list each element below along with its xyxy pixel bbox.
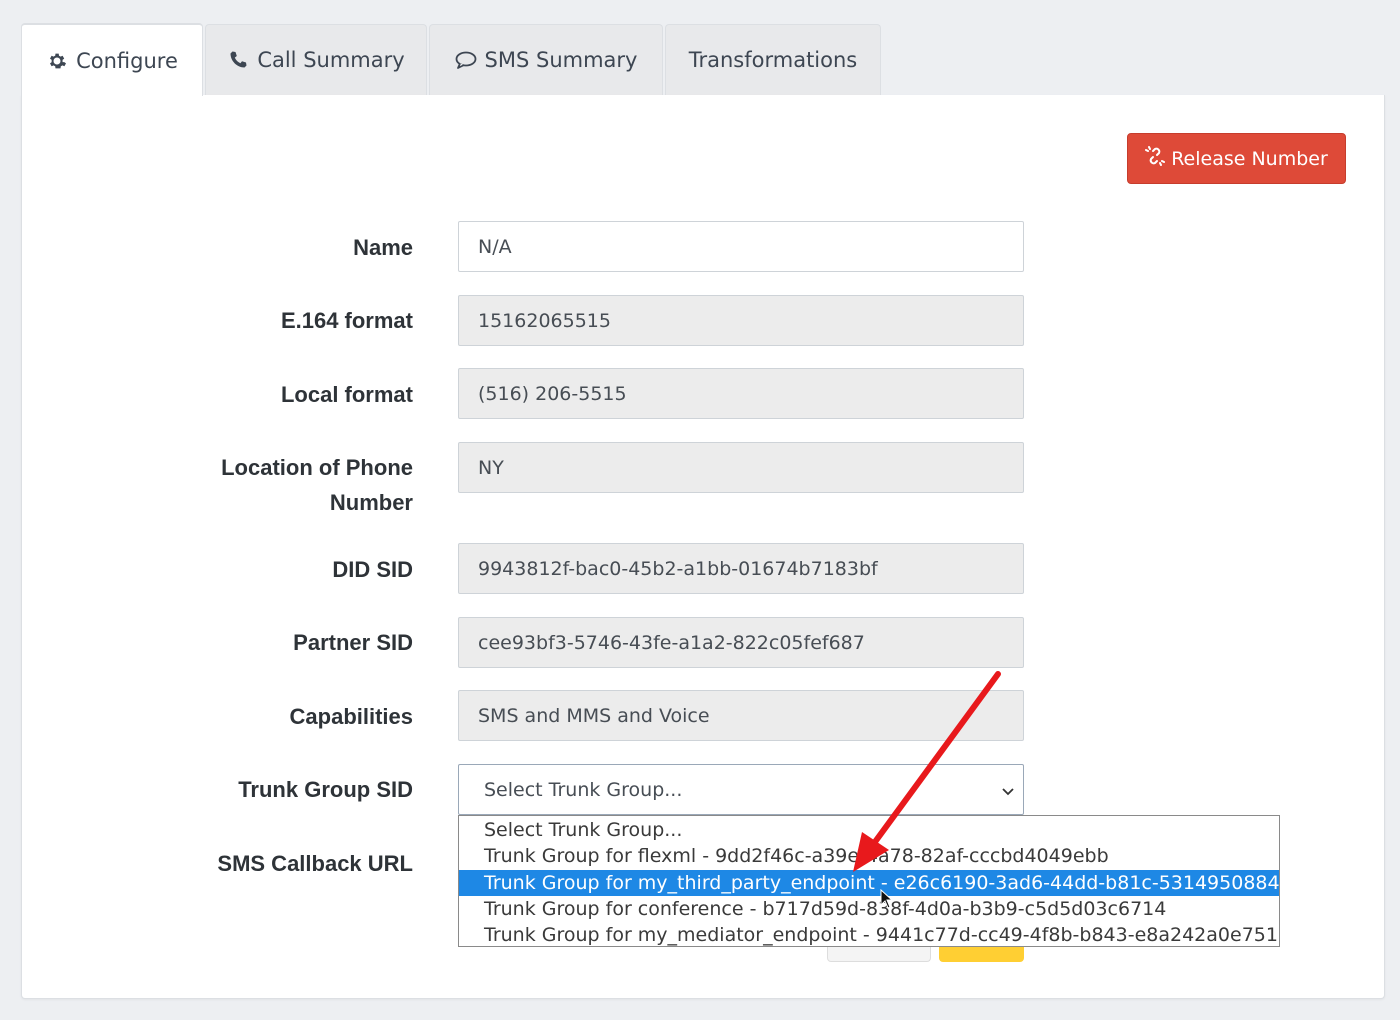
did-sid-field: 9943812f-bac0-45b2-a1bb-01674b7183bf: [458, 543, 1024, 594]
location-label-line2: Number: [329, 490, 413, 515]
chevron-down-icon: [1001, 781, 1015, 803]
capabilities-field: SMS and MMS and Voice: [458, 690, 1024, 741]
name-input[interactable]: N/A: [458, 221, 1024, 272]
tab-call-summary[interactable]: Call Summary: [205, 24, 427, 95]
name-label: Name: [353, 235, 413, 260]
dropdown-option-highlighted[interactable]: Trunk Group for my_third_party_endpoint …: [459, 869, 1279, 896]
dropdown-option[interactable]: Trunk Group for flexml - 9dd2f46c-a39e-4…: [459, 843, 1279, 869]
tab-label: SMS Summary: [484, 48, 638, 72]
tab-sms-summary[interactable]: SMS Summary: [429, 24, 663, 95]
location-label-line1: Location of Phone: [221, 455, 413, 480]
tab-label: Transformations: [688, 48, 858, 72]
location-label: Location of Phone Number: [221, 450, 413, 520]
capabilities-label: Capabilities: [289, 704, 413, 729]
partner-sid-label: Partner SID: [293, 630, 413, 655]
trunk-group-select[interactable]: Select Trunk Group...: [458, 764, 1024, 815]
e164-label: E.164 format: [280, 308, 413, 333]
did-sid-label: DID SID: [332, 557, 413, 582]
release-number-label: Release Number: [1171, 147, 1328, 170]
local-format-label: Local format: [280, 382, 413, 407]
broken-link-icon: [1145, 146, 1166, 171]
trunk-group-selected: Select Trunk Group...: [484, 778, 683, 801]
phone-icon: [227, 49, 249, 71]
e164-field: 15162065515: [458, 295, 1024, 346]
local-format-field: (516) 206-5515: [458, 368, 1024, 419]
mouse-cursor-icon: [880, 889, 894, 909]
tab-bar: Configure Call Summary SMS Summary Trans…: [21, 23, 921, 96]
tab-label: Configure: [76, 48, 178, 73]
partner-sid-field: cee93bf3-5746-43fe-a1a2-822c05fef687: [458, 617, 1024, 668]
gear-icon: [46, 50, 68, 72]
dropdown-option[interactable]: Trunk Group for conference - b717d59d-83…: [459, 896, 1279, 922]
dropdown-option[interactable]: Select Trunk Group...: [459, 817, 1279, 843]
release-number-button[interactable]: Release Number: [1127, 133, 1346, 184]
dropdown-option[interactable]: Trunk Group for my_mediator_endpoint - 9…: [459, 922, 1279, 948]
location-field: NY: [458, 442, 1024, 493]
chat-bubble-icon: [455, 49, 477, 71]
tab-label: Call Summary: [257, 48, 405, 72]
trunk-group-label: Trunk Group SID: [238, 777, 413, 802]
tab-transformations[interactable]: Transformations: [665, 24, 881, 95]
trunk-group-dropdown: Select Trunk Group... Trunk Group for fl…: [458, 815, 1280, 947]
sms-callback-label: SMS Callback URL: [217, 851, 413, 876]
tab-configure[interactable]: Configure: [21, 23, 203, 96]
